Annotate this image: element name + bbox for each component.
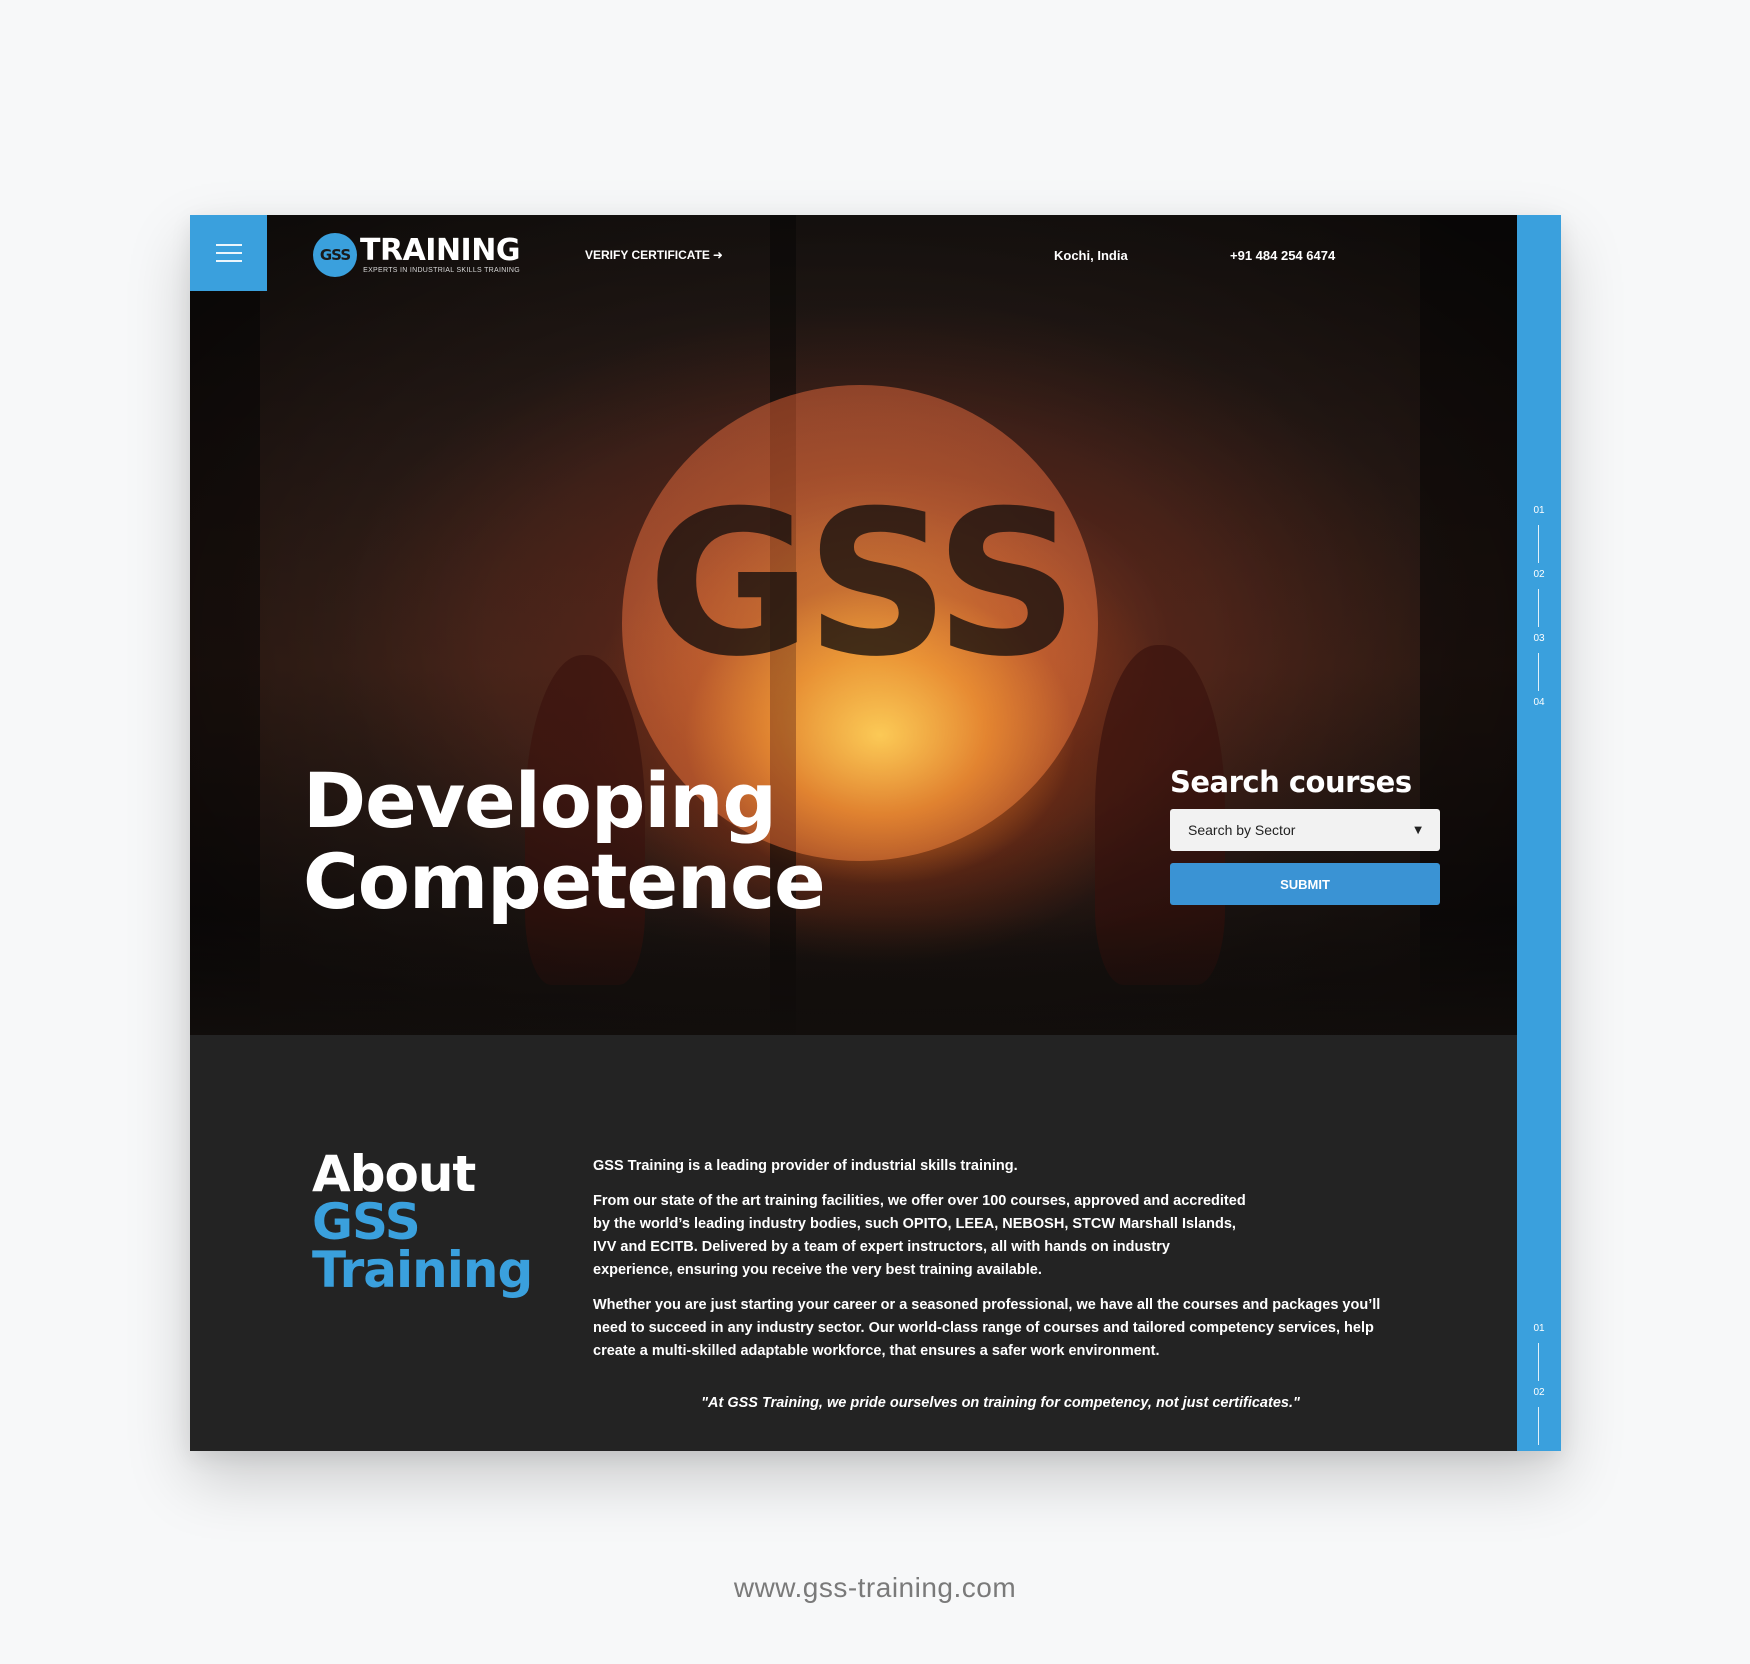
menu-button[interactable] [190, 215, 267, 291]
verify-certificate-link[interactable]: VERIFY CERTIFICATE ➜ [585, 248, 723, 262]
sector-select-value: Search by Sector [1188, 822, 1296, 838]
rail-about-step-2[interactable]: 02 [1517, 1387, 1561, 1398]
hero-title: Developing Competence [303, 756, 826, 926]
about-paragraph: Whether you are just starting your caree… [593, 1297, 1381, 1359]
about-quote: "At GSS Training, we pride ourselves on … [701, 1395, 1300, 1411]
logo-wordmark: TRAINING [360, 233, 520, 268]
rail-about-step-1[interactable]: 01 [1517, 1323, 1561, 1334]
hero-title-line1: Developing [303, 756, 777, 845]
phone-link[interactable]: +91 484 254 6474 [1230, 248, 1335, 263]
about-heading: About GSS Training [312, 1145, 533, 1299]
website-url-caption: www.gss-training.com [733, 1572, 1017, 1603]
side-rail: 01 02 03 04 01 02 [1517, 215, 1561, 1451]
chevron-down-icon: ▼ [1414, 824, 1422, 836]
rail-step-3[interactable]: 03 [1517, 633, 1561, 644]
course-search: Search courses Search by Sector ▼ SUBMIT [1170, 765, 1440, 905]
rail-step-1[interactable]: 01 [1517, 505, 1561, 516]
location-text: Kochi, India [1054, 248, 1128, 263]
verify-certificate-label: VERIFY CERTIFICATE [585, 248, 710, 262]
sign-in-arrow-icon: ➜ [712, 248, 723, 262]
about-heading-line1: About [312, 1145, 476, 1203]
rail-step-2[interactable]: 02 [1517, 569, 1561, 580]
about-heading-line3: Training [312, 1241, 533, 1299]
sector-select[interactable]: Search by Sector ▼ [1170, 809, 1440, 851]
hero-watermark-letters: GSS [647, 468, 1078, 701]
site-logo[interactable]: GSS TRAINING EXPERTS IN INDUSTRIAL SKILL… [313, 233, 520, 277]
search-title: Search courses [1170, 765, 1412, 799]
about-body: GSS Training is a leading provider of in… [593, 1155, 1408, 1375]
hero-title-line2: Competence [303, 837, 826, 926]
about-heading-line2: GSS [312, 1193, 421, 1251]
website-mockup: GSS GSS TRAINING EXPERTS IN INDUSTRIAL S… [190, 215, 1561, 1451]
hero-section: GSS GSS TRAINING EXPERTS IN INDUSTRIAL S… [190, 215, 1517, 1035]
about-paragraph: From our state of the art training facil… [593, 1193, 1246, 1278]
about-paragraph: GSS Training is a leading provider of in… [593, 1158, 1018, 1174]
submit-button[interactable]: SUBMIT [1170, 863, 1440, 905]
rail-step-4[interactable]: 04 [1517, 697, 1561, 708]
logo-tagline: EXPERTS IN INDUSTRIAL SKILLS TRAINING [363, 267, 520, 274]
logo-badge: GSS [313, 233, 357, 277]
hamburger-icon [215, 244, 242, 246]
